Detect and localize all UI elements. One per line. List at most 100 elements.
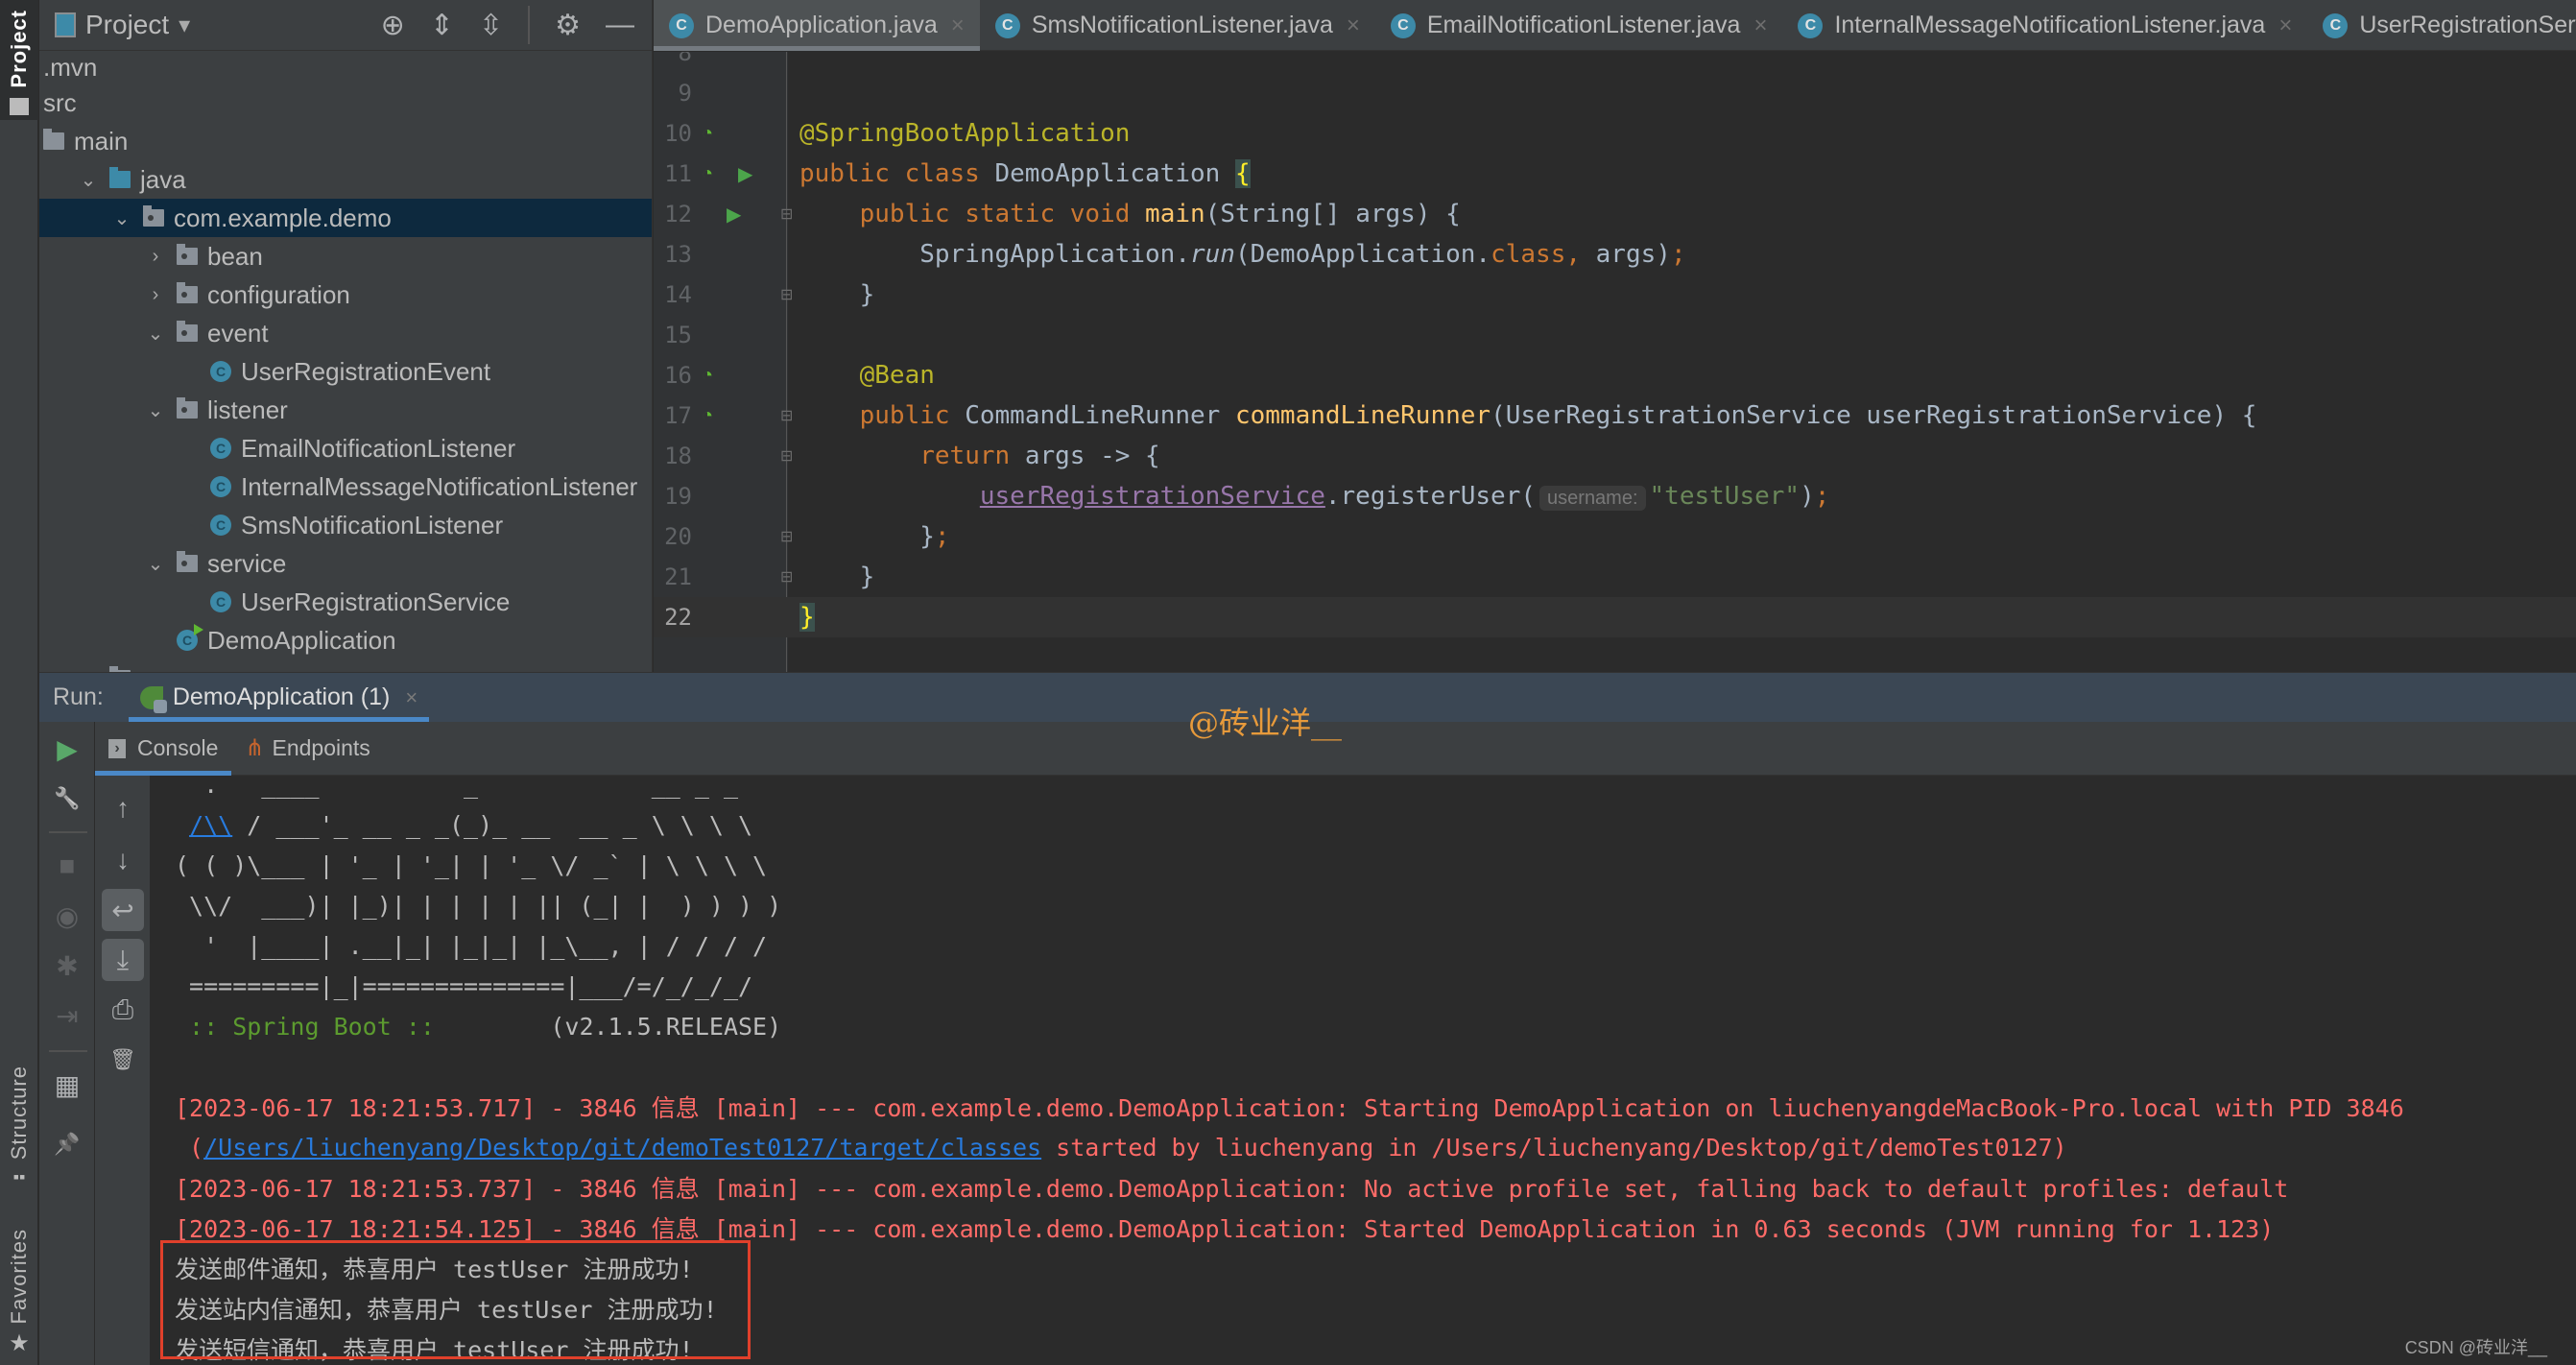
close-icon[interactable]: × <box>405 685 417 710</box>
tree-item-label: java <box>140 164 186 194</box>
run-gutter-icon[interactable]: ▶ <box>727 203 741 227</box>
run-gutter-icon[interactable]: ▶ <box>738 162 752 186</box>
print-button[interactable]: ⎙ <box>95 989 151 1031</box>
project-view-selector[interactable]: Project <box>85 10 169 40</box>
code-line[interactable]: 14 ⊟ } <box>654 275 2576 315</box>
chevron-down-icon[interactable]: ⌄ <box>77 168 100 192</box>
rerun-button[interactable]: ▶ <box>39 728 95 770</box>
console-toolbar: ↑ ↓ ↩ ⤓ ⎙ 🗑 <box>95 776 151 1365</box>
code-line[interactable]: 8 <box>654 52 2576 73</box>
minimize-icon[interactable]: — <box>606 9 634 41</box>
tree-item[interactable]: ⌄ listener <box>39 391 652 429</box>
code-line[interactable]: 20 ⊟ }; <box>654 516 2576 557</box>
close-icon[interactable]: × <box>2278 12 2292 39</box>
close-icon[interactable]: × <box>951 12 965 39</box>
close-icon[interactable]: × <box>1753 12 1767 39</box>
code-line[interactable]: 11 ◔ ▶ public class DemoApplication { <box>654 154 2576 194</box>
tab-endpoints[interactable]: ⋔ Endpoints <box>231 722 383 776</box>
editor-tab[interactable]: C DemoApplication.java × <box>654 0 980 51</box>
structure-tool-window-tab[interactable]: Structure ▪▪ <box>0 1066 38 1187</box>
line-number: 13 <box>664 241 692 268</box>
tree-item[interactable]: ⌄ com.example.demo <box>39 199 652 237</box>
code-line[interactable]: 19 userRegistrationService.registerUser(… <box>654 476 2576 516</box>
tree-item[interactable]: .mvn <box>39 51 652 84</box>
chevron-down-icon[interactable]: ⌄ <box>110 206 133 230</box>
layout-button[interactable]: ▦ <box>39 1064 95 1106</box>
code-line[interactable]: 13 SpringApplication.run(DemoApplication… <box>654 234 2576 275</box>
tab-console[interactable]: › Console <box>95 722 232 776</box>
fold-marker-icon[interactable]: ⊟ <box>780 446 793 466</box>
code-line[interactable]: 15 <box>654 315 2576 355</box>
tree-item[interactable]: ⌄ event <box>39 314 652 352</box>
banner-link[interactable]: /\\ <box>189 811 232 839</box>
pin-button[interactable]: 📌 <box>39 1123 95 1165</box>
file-path-link[interactable]: /Users/liuchenyang/Desktop/git/demoTest0… <box>203 1134 1041 1161</box>
tree-item[interactable]: › configuration <box>39 275 652 314</box>
stop-button[interactable]: ■ <box>39 845 95 887</box>
editor-tab[interactable]: C InternalMessageNotificationListener.jav… <box>1782 0 2307 51</box>
fold-marker-icon[interactable]: ⊟ <box>780 567 793 587</box>
tree-item[interactable]: C DemoApplication <box>39 621 652 659</box>
code-line[interactable]: 12 ▶ ⊟ public static void main(String[] ar… <box>654 194 2576 234</box>
fold-marker-icon[interactable]: ⊟ <box>780 204 793 224</box>
fold-marker-icon[interactable]: ⊟ <box>780 527 793 546</box>
code-line[interactable]: 22} <box>654 597 2576 637</box>
run-config-tab[interactable]: DemoApplication (1) × <box>128 673 430 723</box>
tree-item[interactable]: C UserRegistrationEvent <box>39 352 652 391</box>
chevron-down-icon[interactable]: ▾ <box>179 12 190 39</box>
code-line[interactable]: 10 ◔ @SpringBootApplication <box>654 113 2576 154</box>
scroll-down-button[interactable]: ↓ <box>95 839 151 881</box>
soft-wrap-toggle[interactable]: ↩ <box>95 889 151 931</box>
expand-all-icon[interactable]: ⇕ <box>430 9 454 42</box>
scroll-to-end-toggle[interactable]: ⤓ <box>95 939 151 981</box>
tree-item[interactable]: ⌄ java <box>39 160 652 199</box>
exit-button[interactable]: ⇥ <box>39 994 95 1037</box>
chevron-right-icon[interactable]: › <box>144 246 167 268</box>
code-line[interactable]: 18 ⊟ return args -> { <box>654 436 2576 476</box>
tree-item[interactable]: › bean <box>39 237 652 275</box>
code-editor[interactable]: 8 9 10 ◔ @SpringBootApplication 11 ◔ ▶ public cl… <box>654 52 2576 672</box>
class-icon: C <box>210 438 231 459</box>
chevron-down-icon[interactable]: ⌄ <box>144 552 167 576</box>
locate-icon[interactable]: ⊕ <box>381 9 405 42</box>
project-tool-window-tab[interactable]: Project <box>0 0 38 120</box>
chevron-right-icon[interactable]: › <box>144 284 167 306</box>
scroll-up-button[interactable]: ↑ <box>95 787 151 829</box>
code-line[interactable]: 16 ◔ @Bean <box>654 355 2576 395</box>
tree-item[interactable]: ⌄ service <box>39 544 652 583</box>
tree-item[interactable]: src <box>39 84 652 122</box>
collapse-all-icon[interactable]: ⇳ <box>479 9 503 42</box>
line-number: 12 <box>664 201 692 228</box>
favorites-tool-window-tab[interactable]: Favorites ★ <box>0 1229 38 1357</box>
editor-tab[interactable]: C SmsNotificationListener.java × <box>980 0 1375 51</box>
tree-item[interactable]: C InternalMessageNotificationListener <box>39 467 652 506</box>
tree-item[interactable]: ⌄resources <box>39 659 652 672</box>
console-output[interactable]: . ____ _ __ _ _ /\\ / ___'_ __ _ _(_)_ _… <box>152 776 2576 1365</box>
dump-threads-button[interactable]: ◉ <box>39 895 95 937</box>
fold-marker-icon[interactable]: ⊟ <box>780 285 793 304</box>
editor-tab[interactable]: C EmailNotificationListener.java × <box>1375 0 1783 51</box>
tree-item[interactable]: C SmsNotificationListener <box>39 506 652 544</box>
chevron-down-icon[interactable]: ⌄ <box>144 398 167 422</box>
code-line[interactable]: 17 ◔ ⊟ public CommandLineRunner commandLin… <box>654 395 2576 436</box>
chevron-down-icon[interactable]: ⌄ <box>144 322 167 346</box>
spring-boot-version-line: :: Spring Boot :: (v2.1.5.RELEASE) <box>175 1006 781 1046</box>
tree-item[interactable]: C EmailNotificationListener <box>39 429 652 467</box>
clear-all-button[interactable]: 🗑 <box>95 1039 151 1081</box>
settings-button[interactable]: 🔧 <box>39 778 95 820</box>
bean-icon[interactable]: ◔ <box>702 163 713 185</box>
tree-item[interactable]: C UserRegistrationService <box>39 583 652 621</box>
code-line[interactable]: 9 <box>654 73 2576 113</box>
gear-icon[interactable]: ⚙ <box>555 9 581 42</box>
line-number: 10 <box>664 120 692 147</box>
close-icon[interactable]: × <box>1347 12 1360 39</box>
fold-marker-icon[interactable]: ⊟ <box>780 406 793 425</box>
tree-item[interactable]: main <box>39 122 652 160</box>
bean-icon[interactable]: ◔ <box>702 405 713 427</box>
debug-button[interactable]: ✱ <box>39 945 95 987</box>
editor-tab[interactable]: CUserRegistrationService.java× <box>2307 0 2576 51</box>
bean-icon[interactable]: ◔ <box>702 123 713 145</box>
line-number: 19 <box>664 483 692 510</box>
bean-icon[interactable]: ◔ <box>702 365 713 387</box>
code-line[interactable]: 21 ⊟ } <box>654 557 2576 597</box>
